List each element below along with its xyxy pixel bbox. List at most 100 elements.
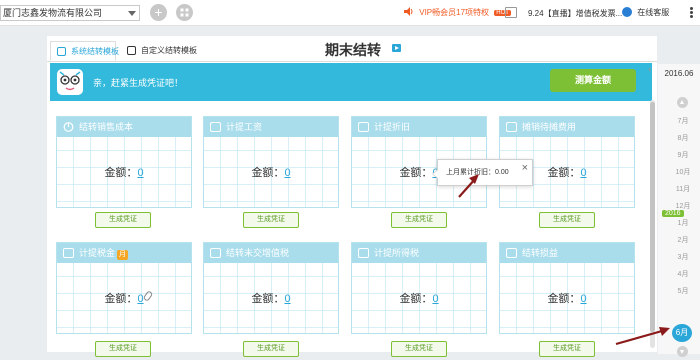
generate-voucher-button[interactable]: 生成凭证 (391, 212, 447, 228)
video-icon[interactable] (392, 44, 401, 52)
card-title: 计提折旧 (374, 122, 411, 132)
month-item[interactable]: 10月 (672, 167, 694, 177)
news-ticker[interactable]: 9.24【直播】增值税发票... (528, 8, 633, 19)
scrollbar-thumb[interactable] (650, 102, 655, 332)
amount-value[interactable]: 0 (580, 167, 586, 179)
banner: 亲，赶紧生成凭证吧！ 测算金额 (50, 63, 652, 101)
amount-label: 金额： (399, 167, 433, 179)
month-item[interactable]: 8月 (672, 133, 694, 143)
yen-icon (210, 248, 221, 258)
add-icon: + (154, 4, 163, 20)
speaker-icon (404, 7, 413, 16)
paperclip-icon[interactable] (142, 290, 154, 302)
tab-custom-template[interactable]: 自定义结转模板 (121, 41, 201, 61)
scroll-up-icon[interactable] (677, 97, 688, 108)
tab-label: 系统结转模板 (71, 47, 119, 56)
online-service-button[interactable]: 在线客服 (622, 7, 669, 18)
apps-button[interactable] (176, 4, 193, 21)
card-title: 结转未交增值税 (226, 248, 290, 258)
vip-text: VIP畅会员17项特权 (419, 8, 490, 17)
card-icon (63, 248, 74, 258)
amount-value[interactable]: 0 (284, 167, 290, 179)
card-header: 计提折旧 (352, 117, 486, 137)
home-icon (57, 47, 66, 56)
company-name: 厦门志鑫发物流有限公司 (3, 8, 103, 18)
month-item[interactable]: 7月 (672, 116, 694, 126)
company-select[interactable]: 厦门志鑫发物流有限公司 (0, 5, 140, 21)
amount-label: 金额： (251, 167, 285, 179)
generate-voucher-button[interactable]: 生成凭证 (243, 341, 299, 357)
card-amount: 金额：0 (500, 290, 634, 306)
collapse-icon[interactable]: ‹ (648, 64, 658, 76)
list-icon (506, 122, 517, 132)
card-amount: 金额：0 (57, 164, 191, 180)
month-item[interactable]: 3月 (672, 252, 694, 262)
scroll-down-icon[interactable] (677, 346, 688, 357)
generate-voucher-button[interactable]: 生成凭证 (95, 212, 151, 228)
amount-label: 金额： (104, 167, 138, 179)
page-title: 期末结转 (325, 42, 381, 58)
month-item[interactable]: 11月 (672, 184, 694, 194)
scrollbar[interactable] (650, 100, 655, 348)
card-profit-loss: 结转损益 金额：0 (499, 242, 635, 334)
card-title: 计提税金 (79, 248, 116, 258)
generate-voucher-button[interactable]: 生成凭证 (243, 212, 299, 228)
card-header: 摊销待摊费用 (500, 117, 634, 137)
card-title: 结转损益 (522, 248, 559, 258)
card-amount: 金额：0 (204, 164, 338, 180)
period-selector: 2016.06 7月 8月 9月 10月 11月 12月 2016 1月 2月 … (658, 64, 700, 357)
amount-label: 金额： (104, 293, 138, 305)
generate-voucher-button[interactable]: 生成凭证 (391, 341, 447, 357)
tab-system-template[interactable]: 系统结转模板 (50, 41, 119, 61)
month-item[interactable]: 4月 (672, 269, 694, 279)
generate-voucher-button[interactable]: 生成凭证 (95, 341, 151, 357)
month-item[interactable]: 5月 (672, 286, 694, 296)
card-tax-accrual: 计提税金月 金额：0 (56, 242, 192, 334)
clipboard-icon (358, 248, 369, 258)
month-item[interactable]: 2月 (672, 235, 694, 245)
amount-value[interactable]: 0 (284, 293, 290, 305)
close-icon[interactable]: × (522, 156, 528, 181)
card-sales-cost: 结转销售成本 金额：0 (56, 116, 192, 208)
year-badge: 2016 (662, 210, 684, 217)
chevron-down-icon (128, 11, 136, 16)
card-amount: 金额：0 (57, 290, 191, 306)
card-title: 计提工资 (226, 122, 263, 132)
card-title: 计提所得税 (374, 248, 420, 258)
amount-value[interactable]: 0 (137, 293, 143, 305)
card-income-tax: 计提所得税 金额：0 (351, 242, 487, 334)
gift-icon[interactable] (505, 7, 517, 18)
card-unpaid-vat: 结转未交增值税 金额：0 (203, 242, 339, 334)
calculate-amount-button[interactable]: 测算金额 (550, 69, 636, 92)
month-item[interactable]: 9月 (672, 150, 694, 160)
amount-value[interactable]: 0 (137, 167, 143, 179)
month-item-selected[interactable]: 6月 (672, 324, 692, 342)
generate-voucher-button[interactable]: 生成凭证 (539, 212, 595, 228)
card-header: 结转未交增值税 (204, 243, 338, 263)
card-header: 计提所得税 (352, 243, 486, 263)
month-badge: 月 (117, 250, 129, 260)
card-title: 摊销待摊费用 (522, 122, 577, 132)
amount-value[interactable]: 0 (580, 293, 586, 305)
card-header: 结转损益 (500, 243, 634, 263)
top-bar: 厦门志鑫发物流有限公司 + VIP畅会员17项特权 HOT 9.24【直播】增值… (0, 0, 700, 26)
tab-label: 自定义结转模板 (141, 46, 197, 55)
headset-icon (622, 7, 632, 17)
card-header: 计提工资 (204, 117, 338, 137)
mascot-icon (57, 69, 83, 95)
banner-message: 亲，赶紧生成凭证吧！ (93, 78, 184, 88)
generate-voucher-button[interactable]: 生成凭证 (539, 341, 595, 357)
home-icon (127, 46, 136, 55)
calendar-icon (210, 122, 221, 132)
add-button[interactable]: + (150, 4, 167, 21)
more-icon[interactable] (686, 7, 696, 18)
tooltip-text: 上月累计折旧：0.00 (446, 169, 509, 176)
card-payroll: 计提工资 金额：0 (203, 116, 339, 208)
online-service-label: 在线客服 (637, 8, 670, 17)
vip-link[interactable]: VIP畅会员17项特权 HOT (404, 7, 511, 18)
amount-value[interactable]: 0 (432, 293, 438, 305)
card-amount: 金额：0 (352, 290, 486, 306)
amount-label: 金额： (399, 293, 433, 305)
document-icon (358, 122, 369, 132)
month-item[interactable]: 1月 (672, 218, 694, 228)
